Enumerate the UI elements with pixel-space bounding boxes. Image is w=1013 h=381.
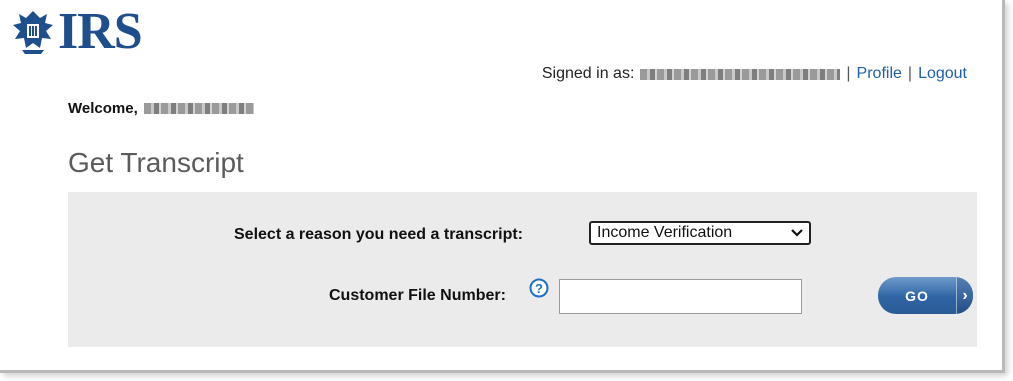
separator: |: [846, 65, 851, 82]
go-button[interactable]: GO ›: [878, 277, 973, 314]
irs-eagle-icon: [13, 11, 53, 54]
redacted-username: [640, 68, 841, 80]
separator: |: [907, 65, 913, 82]
welcome-message: Welcome,: [68, 100, 254, 117]
reason-label: Select a reason you need a transcript:: [234, 226, 523, 243]
go-button-label: GO: [905, 287, 929, 304]
transcript-form-panel: Select a reason you need a transcript: I…: [68, 192, 977, 347]
signed-in-bar: Signed in as: | Profile | Logout: [542, 65, 967, 83]
welcome-label: Welcome,: [68, 100, 138, 117]
redacted-name: [143, 103, 254, 114]
svg-text:?: ?: [535, 281, 543, 296]
chevron-down-icon: [791, 229, 803, 237]
chevron-right-icon: ›: [956, 277, 973, 314]
reason-select[interactable]: Income Verification: [589, 221, 811, 245]
signed-in-label: Signed in as:: [541, 65, 635, 82]
profile-link[interactable]: Profile: [857, 65, 902, 83]
reason-selected-value: Income Verification: [597, 224, 733, 241]
irs-logo[interactable]: IRS: [10, 3, 143, 60]
page-title: Get Transcript: [68, 147, 244, 178]
customer-file-label: Customer File Number:: [329, 287, 506, 304]
customer-file-number-input[interactable]: [559, 279, 802, 314]
logout-link[interactable]: Logout: [918, 65, 967, 83]
logo-text: IRS: [58, 3, 143, 60]
help-question-icon[interactable]: ?: [529, 278, 549, 298]
page-frame: IRS Signed in as: | Profile | Logout Wel…: [0, 0, 1005, 373]
